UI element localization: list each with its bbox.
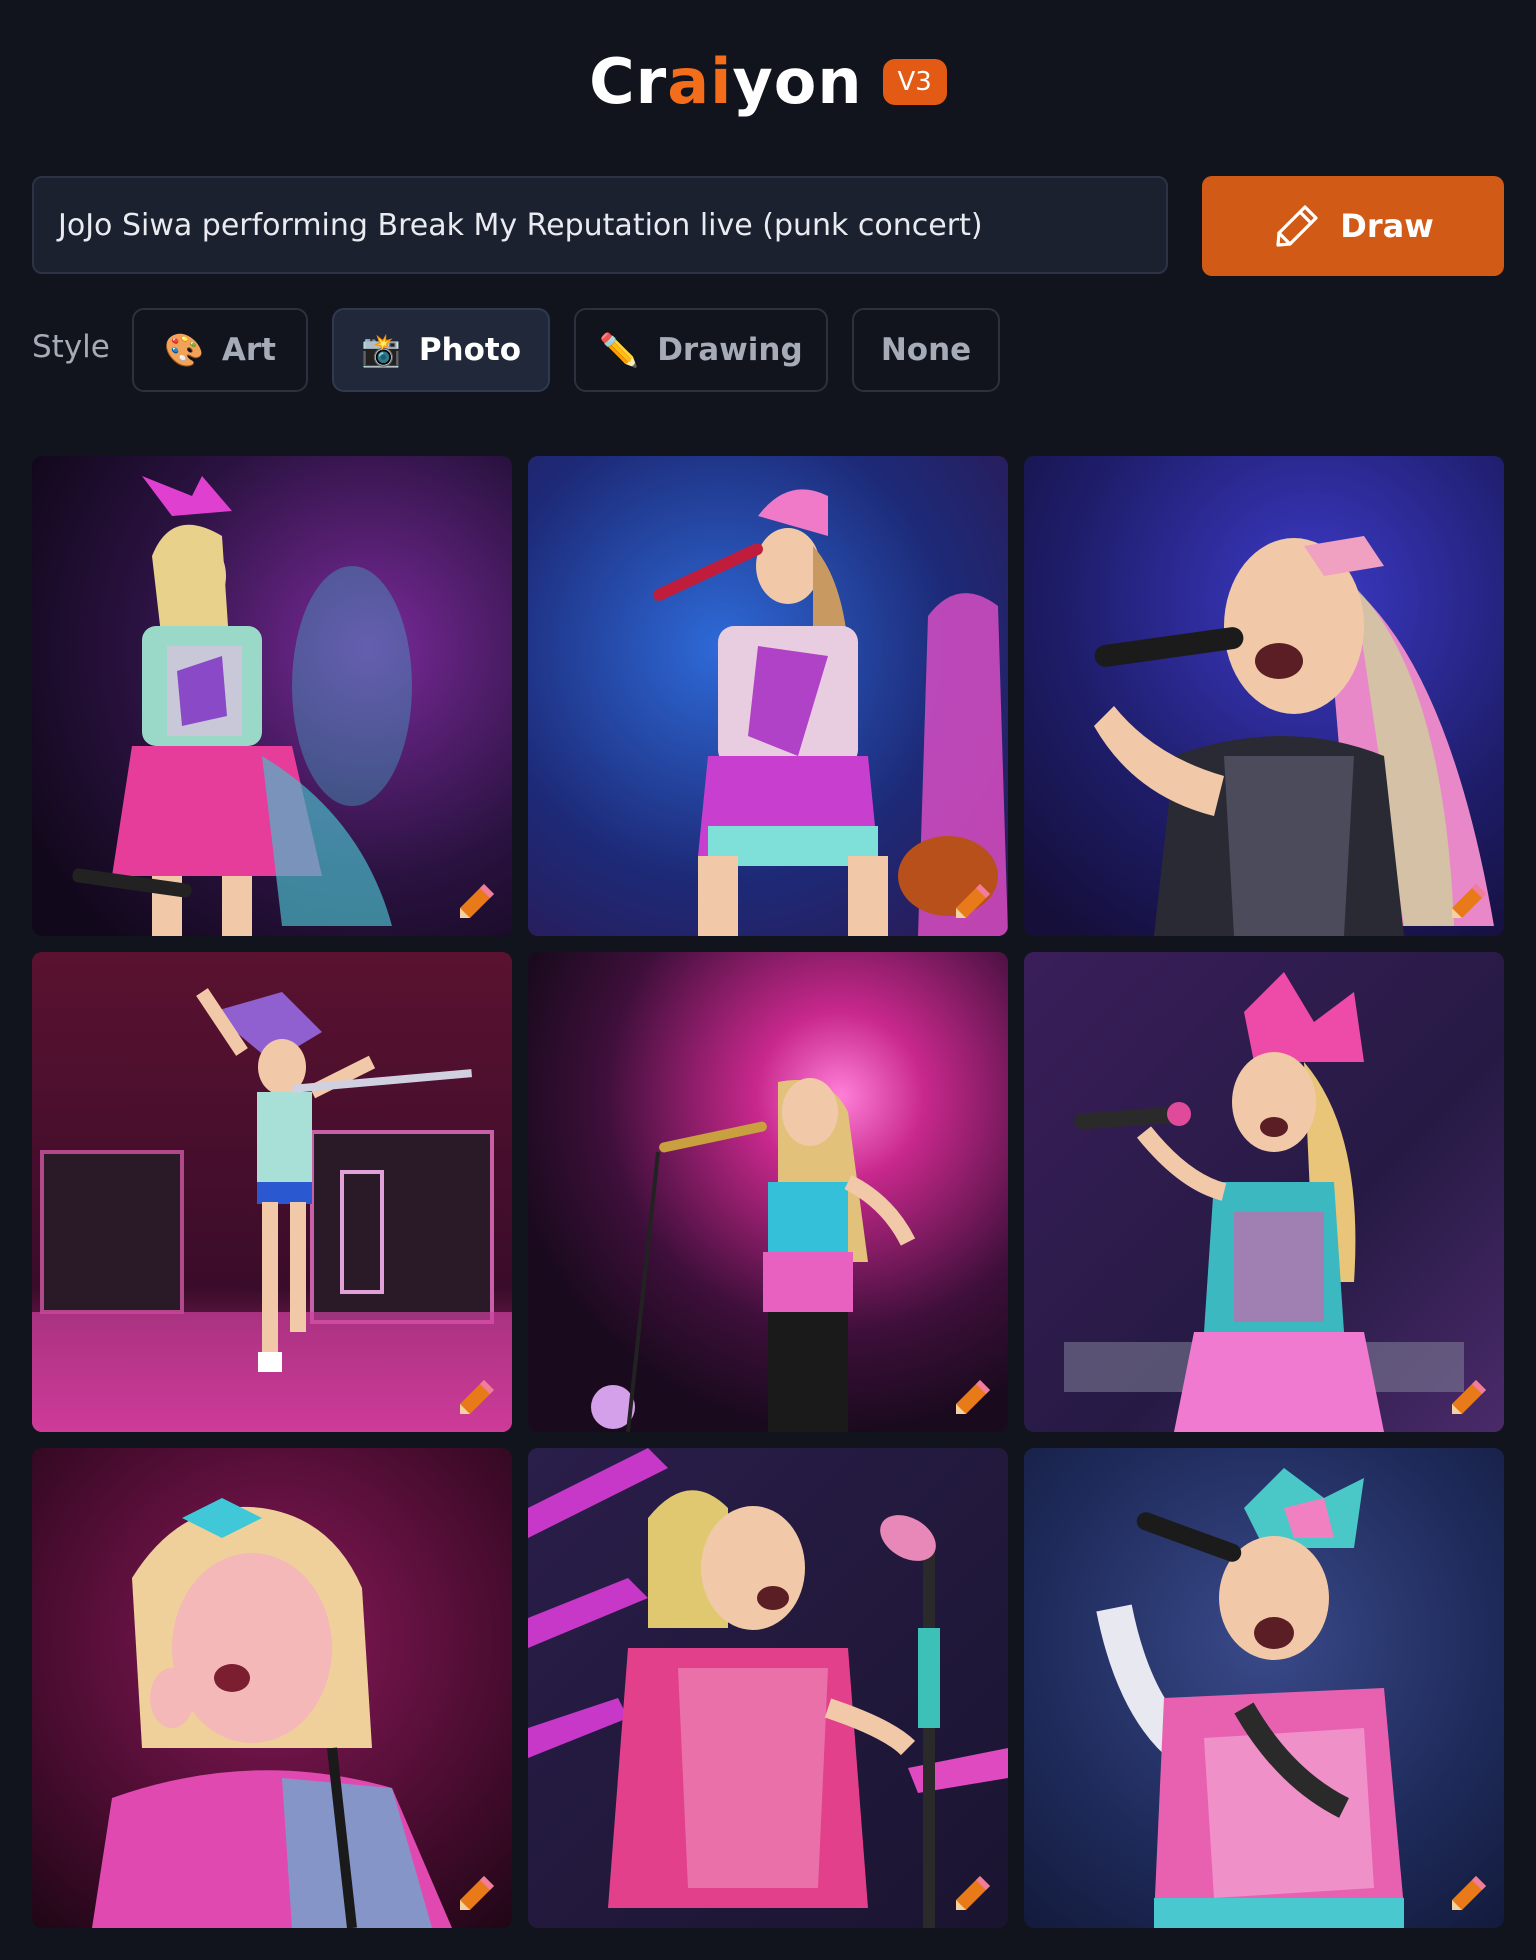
generated-image-4[interactable] <box>32 952 512 1432</box>
header: Craiyon V3 <box>0 42 1536 122</box>
prompt-input[interactable]: JoJo Siwa performing Break My Reputation… <box>32 176 1168 274</box>
pencil-icon[interactable] <box>454 878 500 924</box>
concert-photo <box>528 952 1008 1432</box>
logo[interactable]: Craiyon V3 <box>589 51 947 113</box>
style-option-photo[interactable]: 📸 Photo <box>332 308 550 392</box>
pencil-draw-icon <box>1276 205 1318 247</box>
style-option-none[interactable]: None <box>852 308 1000 392</box>
version-badge: V3 <box>882 59 947 105</box>
generated-image-8[interactable] <box>528 1448 1008 1928</box>
concert-photo <box>1024 456 1504 936</box>
concert-photo <box>32 456 512 936</box>
concert-photo <box>32 952 512 1432</box>
logo-accent: ai <box>667 45 733 118</box>
draw-button[interactable]: Draw <box>1202 176 1504 276</box>
style-option-label: Drawing <box>657 332 803 368</box>
style-option-label: Photo <box>418 332 522 368</box>
pencil-icon[interactable] <box>950 1374 996 1420</box>
concert-photo <box>1024 1448 1504 1928</box>
generated-image-5[interactable] <box>528 952 1008 1432</box>
logo-part-2: yon <box>732 45 863 118</box>
generated-image-7[interactable] <box>32 1448 512 1928</box>
generated-image-3[interactable] <box>1024 456 1504 936</box>
camera-flash-icon: 📸 <box>360 331 401 369</box>
draw-button-label: Draw <box>1340 207 1434 245</box>
concert-photo <box>528 456 1008 936</box>
style-label: Style <box>32 329 110 365</box>
pencil-icon[interactable] <box>950 1870 996 1916</box>
pencil-icon[interactable] <box>1446 1870 1492 1916</box>
pencil-emoji-icon: ✏️ <box>599 331 640 369</box>
pencil-icon[interactable] <box>950 878 996 924</box>
generated-image-6[interactable] <box>1024 952 1504 1432</box>
generated-image-2[interactable] <box>528 456 1008 936</box>
style-option-drawing[interactable]: ✏️ Drawing <box>574 308 828 392</box>
generated-image-9[interactable] <box>1024 1448 1504 1928</box>
logo-text: Craiyon <box>589 51 862 113</box>
style-option-art[interactable]: 🎨 Art <box>132 308 308 392</box>
concert-photo <box>32 1448 512 1928</box>
craiyon-page: Craiyon V3 JoJo Siwa performing Break My… <box>0 0 1536 1960</box>
pencil-icon[interactable] <box>454 1374 500 1420</box>
concert-photo <box>528 1448 1008 1928</box>
logo-part-1: Cr <box>589 45 668 118</box>
pencil-icon[interactable] <box>454 1870 500 1916</box>
generated-image-1[interactable] <box>32 456 512 936</box>
pencil-icon[interactable] <box>1446 1374 1492 1420</box>
style-option-label: None <box>880 332 972 368</box>
style-option-label: Art <box>221 332 276 368</box>
concert-photo <box>1024 952 1504 1432</box>
palette-icon: 🎨 <box>164 331 204 369</box>
pencil-icon[interactable] <box>1446 878 1492 924</box>
